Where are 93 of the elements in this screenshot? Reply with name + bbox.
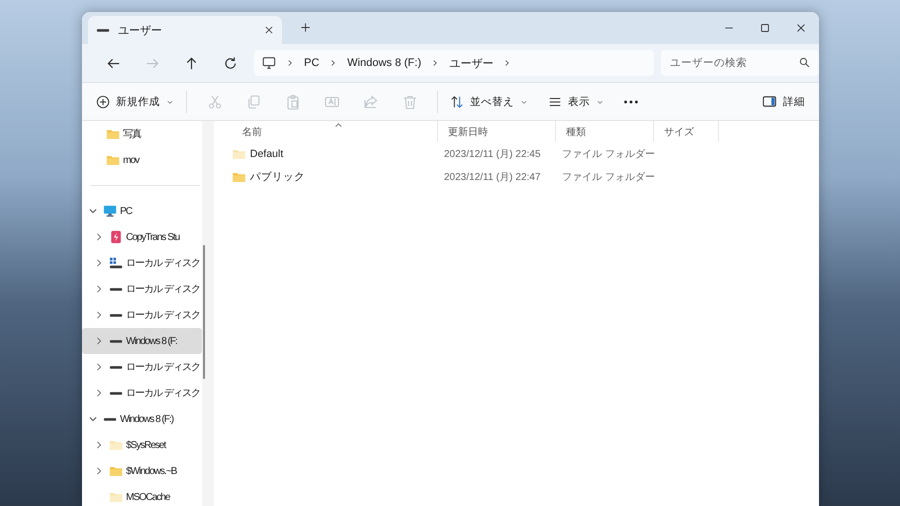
tree-item-label: ローカル ディスク <box>126 387 200 400</box>
table-cell-text: ファイル フォルダー <box>561 148 654 162</box>
tree-item[interactable]: $Windows.~B <box>82 458 202 484</box>
tree-item-label: $Windows.~B <box>126 466 176 476</box>
copy-icon <box>246 94 262 110</box>
tree-item[interactable]: ローカル ディスク <box>82 380 202 406</box>
view-button[interactable]: 表示 <box>544 88 608 116</box>
tree-item[interactable]: PC <box>82 198 202 224</box>
quick-access-item[interactable]: 写真 <box>82 121 202 147</box>
trash-icon <box>402 94 418 110</box>
file-row[interactable]: Default <box>232 142 438 165</box>
chevron-right-icon <box>94 388 104 398</box>
tree-item-label: MSOCache <box>126 492 170 502</box>
table-cell-text: 2023/12/11 (月) 22:47 <box>443 170 542 184</box>
tree-item[interactable]: CopyTrans Stu <box>82 224 202 250</box>
column-header[interactable]: 更新日時 <box>438 121 556 142</box>
monitor-icon <box>103 204 117 218</box>
tree-item[interactable]: Windows 8 (F: <box>82 328 202 354</box>
folder-icon <box>109 438 123 452</box>
chevron-down-icon <box>88 206 98 216</box>
tree-item-label: Windows 8 (F:) <box>120 414 174 424</box>
tab-title: ユーザー <box>118 24 163 38</box>
table-cell-text: 2023/12/11 (月) 22:45 <box>443 148 542 162</box>
column-header[interactable]: 種類 <box>556 121 654 142</box>
chevron-down-icon <box>88 414 98 424</box>
folder-icon <box>109 464 123 478</box>
close-icon <box>796 23 806 33</box>
tree-item-label: ローカル ディスク <box>126 283 200 296</box>
share-icon <box>362 94 378 110</box>
chevron-right-icon <box>94 440 104 450</box>
tree-item[interactable]: Windows 8 (F:) <box>82 406 202 432</box>
monitor-icon <box>262 56 276 70</box>
chevron-right-icon <box>94 336 104 346</box>
sort-icon <box>450 94 464 108</box>
plus-icon <box>300 22 310 32</box>
folder-tab[interactable]: ユーザー <box>88 16 282 44</box>
quick-access-label: 写真 <box>123 128 141 141</box>
chevron-right-icon <box>94 310 104 320</box>
up-arrow-icon <box>184 56 199 70</box>
folder-icon <box>106 127 120 141</box>
refresh-icon <box>223 56 238 70</box>
chevron-right-icon <box>94 284 104 294</box>
sort-button[interactable]: 並べ替え <box>446 88 532 116</box>
close-icon <box>264 25 274 35</box>
chevron-right-icon <box>286 59 294 67</box>
chevron-right-icon <box>94 258 104 268</box>
column-header[interactable]: 名前 <box>232 121 438 142</box>
chevron-right-icon <box>329 59 338 67</box>
chevron-right-icon <box>503 59 512 67</box>
file-row[interactable]: パブリック <box>232 165 438 188</box>
quick-access-item[interactable]: mov <box>82 147 202 173</box>
close-tab-button[interactable] <box>264 25 274 35</box>
table-cell-text: ファイル フォルダー <box>561 170 654 184</box>
scrollbar-thumb[interactable] <box>203 245 205 379</box>
maximize-icon <box>760 23 770 33</box>
tree-item[interactable]: ローカル ディスク <box>82 354 202 380</box>
tree-item-label: ローカル ディスク <box>126 309 200 322</box>
details-button[interactable]: 詳細 <box>758 88 809 116</box>
tree-item[interactable]: ローカル ディスク <box>82 302 202 328</box>
breadcrumb-link[interactable]: ユーザー <box>449 56 494 70</box>
more-icon <box>624 100 638 104</box>
plus-circle-icon <box>96 94 110 108</box>
tree-item-label: $SysReset <box>126 440 166 450</box>
breadcrumb-link[interactable]: PC <box>304 57 320 69</box>
chevron-right-icon <box>94 232 104 242</box>
folder-icon <box>106 153 120 167</box>
tree-item[interactable]: ローカル ディスク <box>82 250 202 276</box>
column-header[interactable]: サイズ <box>654 121 719 142</box>
tree-item-label: PC <box>120 206 132 216</box>
quick-access-label: mov <box>123 154 139 166</box>
tree-item-label: Windows 8 (F: <box>126 336 177 346</box>
new-button[interactable]: 新規作成 <box>92 88 178 116</box>
chevron-right-icon <box>94 466 104 476</box>
tree-item-label: ローカル ディスク <box>126 257 200 270</box>
scissors-icon <box>206 94 222 110</box>
search-icon <box>799 57 810 68</box>
tree-item[interactable]: ローカル ディスク <box>82 276 202 302</box>
breadcrumb-link[interactable]: Windows 8 (F:) <box>347 57 422 69</box>
file-name: Default <box>250 148 284 160</box>
address-bar[interactable]: PC Windows 8 (F:) ユーザー <box>254 50 654 76</box>
drive-icon <box>109 256 123 270</box>
tree-item[interactable]: $SysReset <box>82 432 202 458</box>
tree-item-label: ローカル ディスク <box>126 361 200 374</box>
tree-item[interactable]: MSOCache <box>82 484 202 506</box>
clipboard-icon <box>284 94 300 110</box>
search-field[interactable]: ユーザーの検索 <box>661 50 819 76</box>
tree-item-label: CopyTrans Stu <box>126 232 180 242</box>
file-name: パブリック <box>250 170 305 184</box>
chevron-right-icon <box>431 59 440 67</box>
chevron-right-icon <box>94 362 104 372</box>
app-icon <box>109 230 123 244</box>
details-pane-icon <box>762 94 777 109</box>
folder-icon <box>109 490 123 504</box>
